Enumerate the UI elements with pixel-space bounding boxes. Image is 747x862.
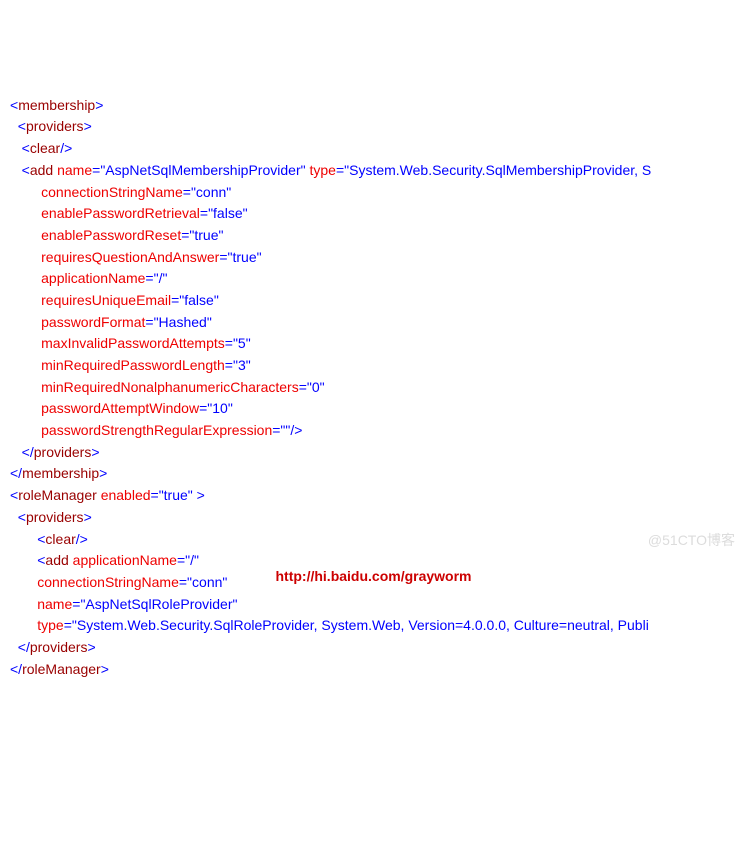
tag-rolemanager: roleManager [18,487,97,503]
val-true1: true [194,227,218,243]
attr-name: name [57,162,92,178]
attr-requiresuniqueemail: requiresUniqueEmail [41,292,171,308]
attr-type: type [309,162,335,178]
attr-maxinvalidpasswordattempts: maxInvalidPasswordAttempts [41,335,225,351]
attr-enablepasswordreset: enablePasswordReset [41,227,181,243]
attr-enablepasswordretrieval: enablePasswordRetrieval [41,205,200,221]
attr-applicationname2: applicationName [73,552,177,568]
attr-minrequirednonalphanumericcharacters: minRequiredNonalphanumericCharacters [41,379,299,395]
footer-url: http://hi.baidu.com/grayworm [275,566,471,588]
tag-providers: providers [26,118,84,134]
attr-minrequiredpasswordlength: minRequiredPasswordLength [41,357,225,373]
attr-passwordformat: passwordFormat [41,314,145,330]
val-role-type: System.Web.Security.SqlRoleProvider, Sys… [77,617,649,633]
attr-applicationname: applicationName [41,270,145,286]
tag-providers2-close: providers [30,639,88,655]
tag-membership-close: membership [22,465,99,481]
tag-add2: add [45,552,68,568]
attr-connectionstringname: connectionStringName [41,184,183,200]
attr-passwordstrengthregularexpression: passwordStrengthRegularExpression [41,422,272,438]
tag-clear2: clear [45,531,75,547]
val-ten: 10 [212,400,228,416]
tag-providers2: providers [26,509,84,525]
val-true3: true [164,487,188,503]
val-true2: true [233,249,257,265]
val-zero: 0 [312,379,320,395]
val-hashed: Hashed [159,314,207,330]
val-mem-type: System.Web.Security.SqlMembershipProvide… [349,162,651,178]
val-five: 5 [238,335,246,351]
tag-rolemanager-close: roleManager [22,661,101,677]
val-false1: false [213,205,243,221]
val-mem-name: AspNetSqlMembershipProvider [105,162,300,178]
attr-requiresquestionandanswer: requiresQuestionAndAnswer [41,249,219,265]
attr-passwordattemptwindow: passwordAttemptWindow [41,400,199,416]
tag-providers-close: providers [34,444,92,460]
tag-add: add [30,162,53,178]
watermark-text: @51CTO博客 [648,530,735,552]
val-conn1: conn [196,184,226,200]
attr-connectionstringname2: connectionStringName [37,574,179,590]
tag-clear: clear [30,140,60,156]
attr-type2: type [37,617,63,633]
val-false2: false [184,292,214,308]
val-three: 3 [238,357,246,373]
attr-enabled: enabled [101,487,151,503]
xml-code-block: <membership> <providers> <clear/> <add n… [10,95,737,681]
tag-membership: membership [18,97,95,113]
val-conn2: conn [192,574,222,590]
